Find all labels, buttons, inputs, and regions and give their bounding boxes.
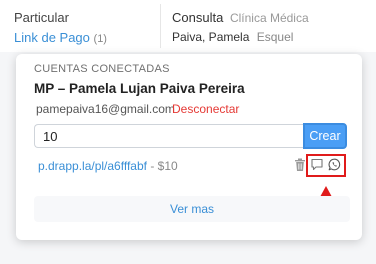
whatsapp-icon[interactable] <box>328 158 341 171</box>
trash-icon[interactable] <box>294 158 306 172</box>
patient-city: Esquel <box>256 30 294 44</box>
patient-name: Paiva, Pamela <box>172 30 250 44</box>
payment-link-price: - $10 <box>146 159 178 173</box>
consult-value: Clínica Médica <box>229 11 309 25</box>
patient-info: Paiva, Pamela Esquel <box>172 30 293 44</box>
create-button[interactable]: Crear <box>303 123 347 149</box>
payment-link-count: (1) <box>93 33 107 45</box>
consult-label: Consulta <box>172 10 224 25</box>
payment-link-url[interactable]: p.drapp.la/pl/a6fffabf <box>38 159 147 173</box>
account-name: MP – Pamela Lujan Paiva Pereira <box>34 81 245 96</box>
see-more-button[interactable]: Ver mas <box>34 196 350 222</box>
popup-caption: CUENTAS CONECTADAS <box>34 63 170 75</box>
payment-link-row: p.drapp.la/pl/a6fffabf - $10 <box>38 159 178 173</box>
connected-accounts-popup: CUENTAS CONECTADAS MP – Pamela Lujan Pai… <box>16 54 362 240</box>
disconnect-link[interactable]: Desconectar <box>172 102 239 116</box>
amount-input[interactable] <box>34 124 304 148</box>
payment-link[interactable]: Link de Pago (1) <box>14 30 107 45</box>
consult-info: Consulta Clínica Médica <box>172 10 309 25</box>
account-email: pamepaiva16@gmail.com <box>36 102 175 116</box>
payment-type: Particular <box>14 10 69 25</box>
divider <box>160 4 161 48</box>
message-icon[interactable] <box>311 158 323 171</box>
payment-link-label[interactable]: Link de Pago <box>14 30 90 45</box>
